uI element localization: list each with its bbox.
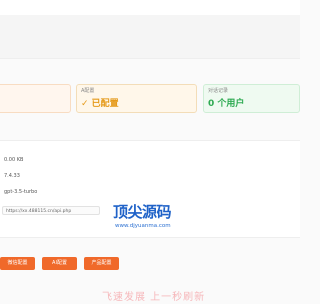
status-card-left: [0, 84, 71, 113]
watermark-logo: 顶尖源码 www.djyuanma.com: [113, 203, 179, 239]
size-value: 0.00 KB: [4, 157, 24, 163]
ai-config-status: ✓ 已配置: [81, 99, 119, 109]
ai-config-card: A配置 ✓ 已配置: [76, 84, 197, 113]
model-value: gpt-3.5-turbo: [4, 189, 38, 195]
api-url-field[interactable]: https://xx.488115.cn/api.php: [2, 206, 100, 215]
chat-record-label: 对话记录: [208, 88, 229, 94]
ai-config-button[interactable]: AI配置: [42, 257, 77, 270]
product-config-button[interactable]: 产品配置: [84, 257, 119, 270]
watermark-title: 顶尖源码: [113, 203, 172, 221]
watermark-url: www.djyuanma.com: [115, 223, 171, 229]
wechat-config-button[interactable]: 微信配置: [0, 257, 35, 270]
user-count: 0 个用户: [208, 99, 245, 109]
version-value: 7.4.33: [4, 173, 20, 179]
ai-config-label: A配置: [81, 88, 95, 94]
top-bar: [0, 0, 300, 59]
chat-record-card: 对话记录 0 个用户: [203, 84, 300, 113]
footer-text: 飞速发展 上一秒刷新: [102, 292, 206, 303]
